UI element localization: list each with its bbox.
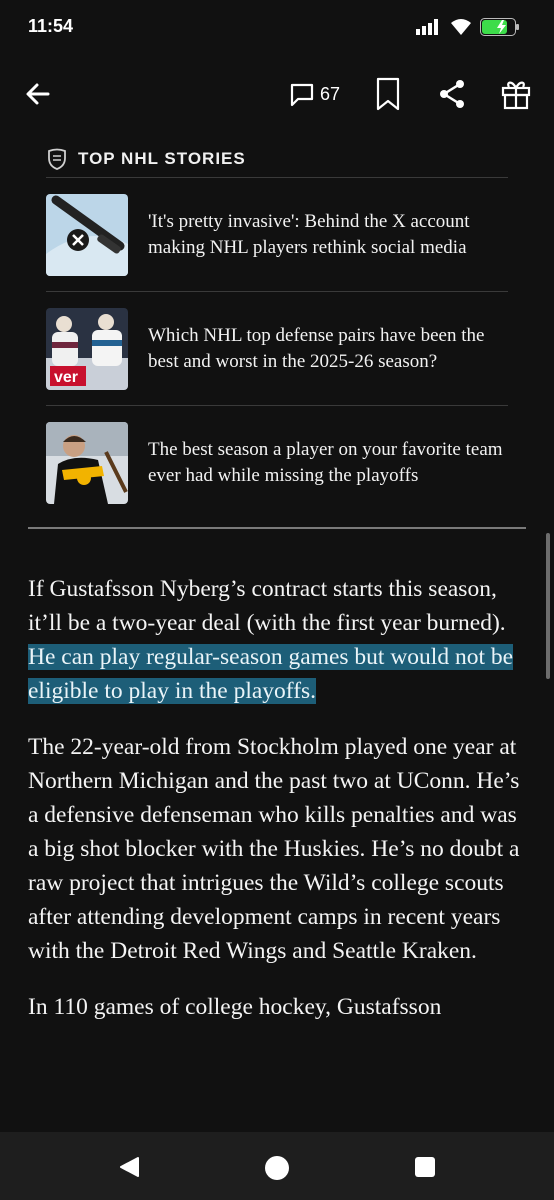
- nav-back-button[interactable]: [118, 1156, 140, 1183]
- nav-home-icon[interactable]: [265, 1156, 289, 1180]
- top-stories-module: TOP NHL STORIES 'It's pretty invasive': …: [46, 140, 508, 520]
- nhl-logo-icon: [48, 148, 66, 170]
- status-time: 11:54: [28, 16, 74, 36]
- story-item[interactable]: ver Which NHL top defense pairs have bee…: [46, 292, 508, 406]
- gift-button[interactable]: [499, 78, 533, 110]
- article-toolbar: 67: [0, 72, 554, 118]
- wifi-icon: [451, 19, 471, 35]
- story-thumbnail: [46, 193, 128, 276]
- article-paragraph: In 110 games of college hockey, Gustafss…: [28, 994, 442, 1020]
- highlighted-text-selection[interactable]: He can play regular-season games but wou…: [28, 644, 514, 704]
- story-headline: Which NHL top defense pairs have been th…: [148, 324, 485, 372]
- bookmark-button[interactable]: [374, 76, 402, 112]
- paragraph-text: If Gustafsson Nyberg’s contract starts t…: [28, 576, 506, 636]
- article-paragraph: If Gustafsson Nyberg’s contract starts t…: [28, 572, 522, 708]
- nav-back-icon: [120, 1157, 139, 1177]
- status-bar: 11:54: [0, 0, 554, 56]
- story-thumbnail: ver: [46, 307, 128, 390]
- story-headline: The best season a player on your favorit…: [148, 439, 503, 486]
- bookmark-icon: [376, 77, 400, 111]
- story-item[interactable]: The best season a player on your favorit…: [46, 406, 508, 520]
- scrollbar-thumb[interactable]: [546, 533, 550, 679]
- share-icon: [440, 80, 464, 108]
- comment-count: 67: [320, 83, 341, 104]
- back-button[interactable]: [22, 78, 54, 110]
- share-button[interactable]: [436, 78, 468, 110]
- comments-button[interactable]: 67: [288, 78, 340, 110]
- status-icons: [416, 17, 520, 37]
- story-thumbnail: [46, 422, 128, 504]
- section-divider: [28, 527, 526, 529]
- article-body: If Gustafsson Nyberg’s contract starts t…: [28, 572, 522, 1046]
- battery-charging-icon: [480, 18, 519, 36]
- svg-text:ver: ver: [54, 369, 78, 386]
- gift-icon: [501, 81, 531, 110]
- nav-recents-icon[interactable]: [415, 1157, 435, 1177]
- system-nav-bar: [0, 1132, 554, 1200]
- back-arrow-icon: [26, 83, 50, 105]
- story-item[interactable]: 'It's pretty invasive': Behind the X acc…: [46, 178, 508, 292]
- comment-icon: [290, 83, 314, 107]
- signal-icon: [416, 19, 438, 35]
- top-stories-title: TOP NHL STORIES: [78, 148, 246, 168]
- story-headline: 'It's pretty invasive': Behind the X acc…: [148, 210, 470, 258]
- article-paragraph: The 22-year-old from Stockholm played on…: [28, 734, 520, 964]
- top-stories-header: TOP NHL STORIES: [46, 140, 508, 178]
